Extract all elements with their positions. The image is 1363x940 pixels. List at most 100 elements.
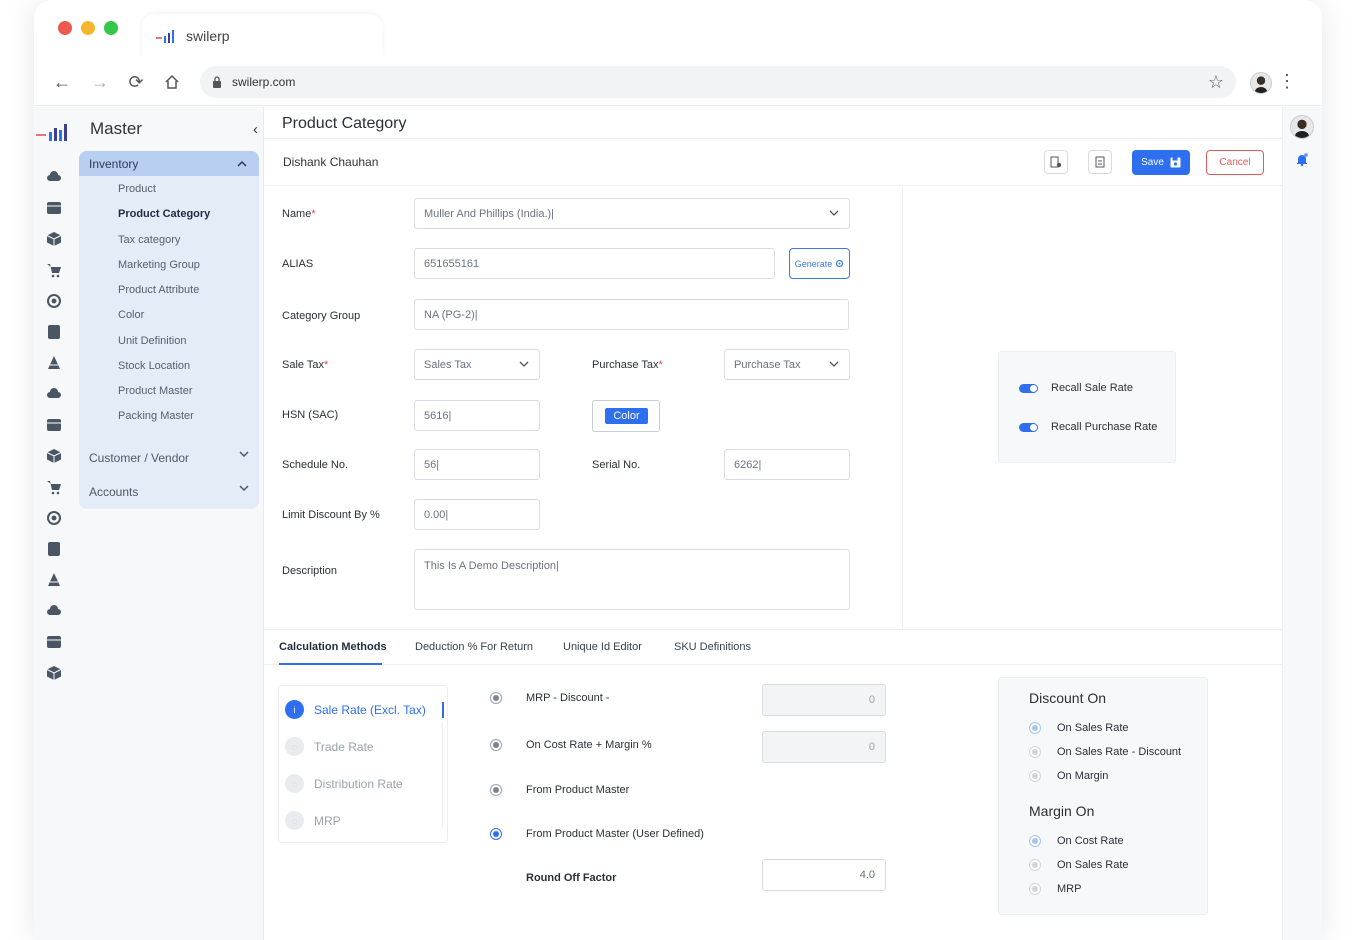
save-button[interactable]: Save — [1132, 150, 1190, 175]
rate-item-distribution-rate[interactable]: ◌ Distribution Rate — [285, 774, 403, 793]
method-radio-product-master[interactable] — [490, 784, 502, 796]
description-textarea[interactable]: This Is A Demo Description| — [414, 549, 850, 610]
method-radio-product-master-user-defined[interactable] — [490, 828, 502, 840]
profile-avatar[interactable] — [1250, 72, 1272, 94]
sale-tax-label: Sale Tax* — [282, 359, 328, 371]
sidebar-item-product-category[interactable]: Product Category — [118, 208, 210, 220]
schedule-input[interactable]: 56| — [414, 449, 540, 480]
document-icon[interactable] — [46, 541, 62, 557]
sidebar-group-label: Inventory — [89, 156, 139, 171]
round-off-input[interactable]: 4.0 — [762, 859, 886, 891]
box-icon[interactable] — [46, 665, 62, 681]
mrp-discount-input[interactable]: 0 — [762, 684, 886, 716]
purchase-tax-select[interactable]: Purchase Tax — [724, 349, 850, 380]
active-rate-indicator — [442, 702, 444, 718]
sidebar-item-product-master[interactable]: Product Master — [118, 385, 193, 397]
user-avatar[interactable] — [1290, 115, 1314, 139]
chevron-down-icon — [239, 451, 249, 457]
tab-unique-id-editor[interactable]: Unique Id Editor — [563, 641, 642, 653]
sidebar-item-tax-category[interactable]: Tax category — [118, 234, 180, 246]
sidebar-item-stock-location[interactable]: Stock Location — [118, 360, 190, 372]
tab-sku-definitions[interactable]: SKU Definitions — [674, 641, 751, 653]
color-picker: Color — [592, 400, 660, 432]
chevron-down-icon — [519, 361, 529, 367]
recall-sale-rate-toggle[interactable] — [1019, 384, 1038, 393]
collapse-sidebar-icon[interactable]: ‹ — [253, 121, 258, 138]
rate-item-sale-rate[interactable]: i Sale Rate (Excl. Tax) — [285, 700, 426, 719]
doc-gear-icon — [1050, 156, 1062, 168]
browser-tab[interactable]: swilerp — [142, 14, 382, 58]
chevron-down-icon — [829, 210, 839, 216]
limit-discount-input[interactable]: 0.00| — [414, 499, 540, 530]
hsn-label: HSN (SAC) — [282, 409, 339, 421]
discount-on-sales-rate-radio[interactable] — [1029, 722, 1041, 734]
cancel-button[interactable]: Cancel — [1206, 150, 1264, 175]
cart-icon[interactable] — [46, 262, 62, 278]
generate-button[interactable]: Generate — [789, 248, 850, 279]
document-button[interactable] — [1088, 150, 1112, 174]
bookmark-star-icon[interactable]: ☆ — [1208, 72, 1224, 93]
home-icon[interactable] — [162, 72, 182, 92]
cloud-icon[interactable] — [46, 386, 62, 402]
sale-tax-select[interactable]: Sales Tax — [414, 349, 540, 380]
table-icon[interactable] — [46, 200, 62, 216]
maximize-window-button[interactable] — [104, 21, 118, 35]
more-menu-icon[interactable]: ⋮ — [1278, 72, 1296, 90]
back-arrow-icon[interactable]: ← — [52, 72, 72, 92]
rate-item-trade-rate[interactable]: ◌ Trade Rate — [285, 737, 374, 756]
cone-icon[interactable] — [46, 355, 62, 371]
table-icon[interactable] — [46, 634, 62, 650]
margin-on-sales-rate-radio[interactable] — [1029, 859, 1041, 871]
chevron-up-icon — [237, 160, 247, 167]
method-radio-cost-margin[interactable] — [490, 739, 502, 751]
rate-list-scrollbar[interactable] — [442, 722, 443, 828]
close-window-button[interactable] — [58, 21, 72, 35]
sidebar-item-unit-definition[interactable]: Unit Definition — [118, 335, 186, 347]
recall-purchase-rate-toggle[interactable] — [1019, 423, 1038, 432]
alias-input[interactable]: 651655161 — [414, 248, 775, 279]
cart-icon[interactable] — [46, 479, 62, 495]
sidebar-group-inventory[interactable]: Inventory — [79, 151, 259, 176]
rate-item-mrp[interactable]: ◌ MRP — [285, 811, 341, 830]
document-icon[interactable] — [46, 324, 62, 340]
margin-on-cost-rate-radio[interactable] — [1029, 835, 1041, 847]
tab-calculation-methods[interactable]: Calculation Methods — [279, 641, 387, 653]
cost-margin-input[interactable]: 0 — [762, 731, 886, 763]
settings-doc-button[interactable] — [1044, 150, 1068, 174]
margin-on-mrp-radio[interactable] — [1029, 883, 1041, 895]
box-icon[interactable] — [46, 448, 62, 464]
cloud-icon[interactable] — [46, 603, 62, 619]
category-group-input[interactable]: NA (PG-2)| — [414, 299, 849, 330]
name-select[interactable]: Muller And Phillips (India.)| — [414, 198, 850, 229]
serial-input[interactable]: 6262| — [724, 449, 850, 480]
minimize-window-button[interactable] — [81, 21, 95, 35]
panel-divider — [902, 187, 903, 629]
nodes-icon[interactable] — [46, 510, 62, 526]
method-radio-mrp-discount[interactable] — [490, 692, 502, 704]
forward-arrow-icon[interactable]: → — [90, 72, 110, 92]
table-icon[interactable] — [46, 417, 62, 433]
discount-on-sales-rate-discount-radio[interactable] — [1029, 746, 1041, 758]
browser-tabbar: swilerp — [34, 0, 1322, 58]
sidebar-group-customer-vendor[interactable]: Customer / Vendor — [89, 451, 249, 465]
color-button[interactable]: Color — [605, 408, 648, 424]
recall-sale-rate-label: Recall Sale Rate — [1051, 382, 1133, 394]
reload-icon[interactable]: ⟳ — [126, 72, 146, 92]
discount-option-label: On Margin — [1057, 770, 1109, 782]
url-bar[interactable]: swilerp.com ☆ — [200, 66, 1236, 98]
discount-on-margin-radio[interactable] — [1029, 770, 1041, 782]
cone-icon[interactable] — [46, 572, 62, 588]
sidebar-item-packing-master[interactable]: Packing Master — [118, 410, 194, 422]
method-label: From Product Master (User Defined) — [526, 828, 704, 840]
sidebar-item-marketing-group[interactable]: Marketing Group — [118, 259, 200, 271]
box-icon[interactable] — [46, 231, 62, 247]
sidebar-item-color[interactable]: Color — [118, 309, 144, 321]
hsn-input[interactable]: 5616| — [414, 400, 540, 431]
cloud-icon[interactable] — [46, 169, 62, 185]
sidebar-item-product[interactable]: Product — [118, 183, 156, 195]
tab-deduction-for-return[interactable]: Deduction % For Return — [415, 641, 533, 653]
sidebar-item-product-attribute[interactable]: Product Attribute — [118, 284, 199, 296]
nodes-icon[interactable] — [46, 293, 62, 309]
sidebar-group-accounts[interactable]: Accounts — [89, 485, 249, 499]
notification-bell-icon[interactable] — [1296, 153, 1308, 166]
